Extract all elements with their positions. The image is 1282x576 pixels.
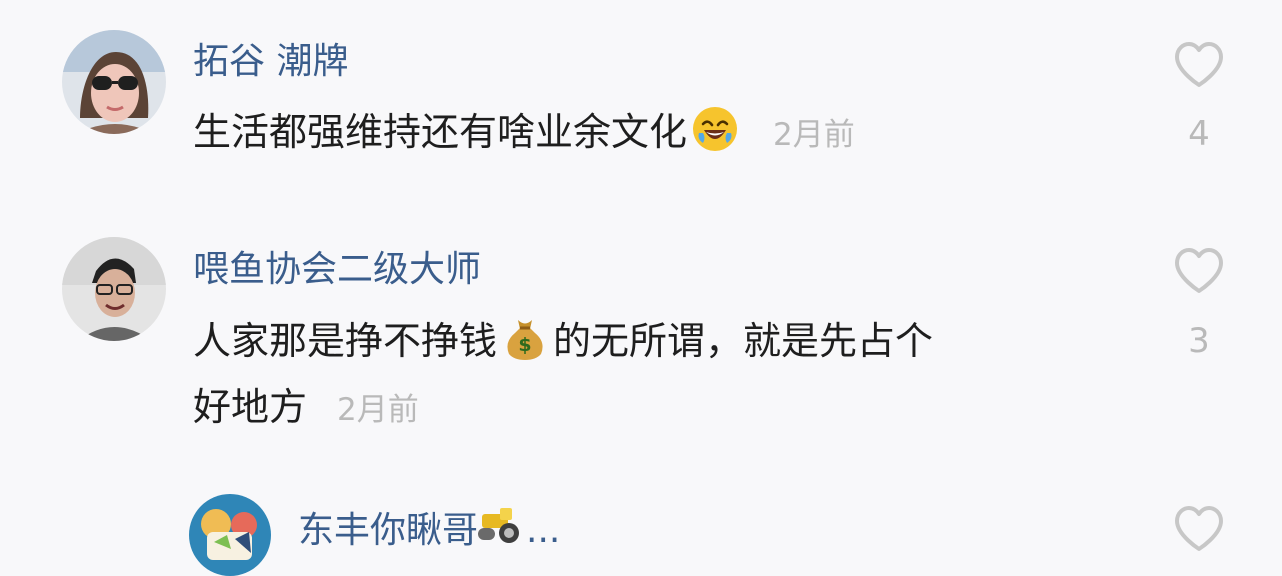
heart-outline-icon[interactable] [1173, 41, 1225, 89]
like-count: 4 [1188, 114, 1210, 154]
comment-text-main: 生活都强维持还有啥业余文化 [193, 110, 688, 154]
avatar[interactable] [189, 494, 271, 576]
comment-username[interactable]: 东丰你瞅哥 ... [298, 504, 560, 553]
username-ellipsis: ... [526, 510, 561, 551]
comment-text-part: 好地方 [193, 385, 308, 429]
comment-username[interactable]: 喂鱼协会二级大师 [193, 248, 481, 292]
crying-laughing-emoji-icon [691, 105, 739, 153]
avatar[interactable] [62, 237, 166, 341]
comment-text-line-1: 人家那是挣不挣钱 $ 的无所谓，就是先占个 [193, 306, 933, 376]
comment-username[interactable]: 拓谷 潮牌 [193, 40, 348, 84]
money-bag-emoji-icon: $ [501, 314, 549, 362]
heart-outline-icon[interactable] [1173, 505, 1225, 553]
comment-username-text: 东丰你瞅哥 [298, 510, 479, 551]
comment-text-part: 人家那是挣不挣钱 [193, 319, 498, 363]
avatar[interactable] [62, 30, 166, 134]
comment-time: 2月前 [773, 117, 855, 153]
comment-text-part: 的无所谓，就是先占个 [553, 319, 934, 363]
svg-text:$: $ [518, 334, 531, 356]
comment-text-line-2: 好地方 2月前 [193, 372, 419, 445]
road-roller-emoji-icon [478, 504, 524, 546]
comment-text: 生活都强维持还有啥业余文化 2月前 [193, 97, 855, 170]
like-count: 3 [1188, 321, 1210, 361]
comment-time: 2月前 [337, 392, 419, 428]
heart-outline-icon[interactable] [1173, 247, 1225, 295]
